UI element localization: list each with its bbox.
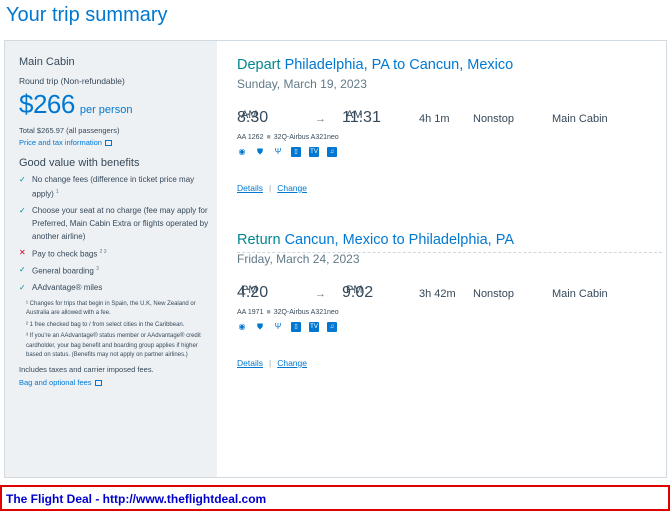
details-link[interactable]: Details [237, 358, 263, 368]
footnote-ref: 1 [56, 189, 59, 195]
shield-icon: ⛊ [257, 147, 263, 156]
check-icon: ✓ [19, 205, 26, 215]
footer-banner: The Flight Deal - http://www.theflightde… [0, 485, 670, 511]
price-sidebar: Main Cabin Round trip (Non-refundable) $… [5, 41, 217, 477]
phone-icon: ▯ [291, 322, 301, 332]
trip-summary-card: Main Cabin Round trip (Non-refundable) $… [4, 40, 667, 478]
benefit-text: Pay to check bags [32, 249, 98, 259]
usb-icon: Ψ [274, 322, 282, 331]
time-row: 8:30 AM → 11:31 AM 4h 1m Nonstop Main Cabi… [237, 109, 608, 126]
cabin-class: Main Cabin [552, 113, 608, 125]
app-icon: ♫ [327, 147, 337, 157]
benefit-text: No change fees (difference in ticket pri… [32, 175, 195, 199]
external-link-icon [104, 140, 112, 146]
check-icon: ✓ [19, 175, 26, 184]
benefit-text: Choose your seat at no charge (fee may a… [32, 205, 209, 241]
segment-date: Sunday, March 19, 2023 [237, 77, 367, 91]
flight-info: AA 1971 ■ 32Q-Airbus A321neo [237, 309, 339, 316]
benefit-text: General boarding [32, 266, 94, 276]
segment-route: Philadelphia, PA to Cancun, Mexico [284, 57, 514, 73]
stops: Nonstop [473, 113, 514, 125]
duration: 4h 1m [419, 113, 450, 125]
footnotes: ¹ Changes for trips that begin in Spain,… [19, 300, 209, 361]
segment-depart: Depart Philadelphia, PA to Cancun, Mexic… [237, 57, 662, 193]
segment-route: Cancun, Mexico to Philadelphia, PA [284, 232, 515, 248]
aircraft: 32Q-Airbus A321neo [273, 309, 339, 316]
itinerary: Depart Philadelphia, PA to Cancun, Mexic… [237, 41, 662, 477]
wifi-icon: ◉ [238, 322, 246, 331]
change-link[interactable]: Change [277, 183, 307, 193]
footer-banner-text: The Flight Deal - http://www.theflightde… [6, 492, 267, 506]
footnote: ² 1 free checked bag to / from select ci… [26, 321, 185, 328]
segment-heading: Return Cancun, Mexico to Philadelphia, P… [237, 232, 662, 248]
cabin-label: Main Cabin [19, 56, 75, 68]
usb-icon: Ψ [274, 147, 282, 156]
bag-fees-link[interactable]: Bag and optional fees [19, 378, 217, 387]
benefit-item: ✕ Pay to check bags 2 3 [19, 246, 217, 261]
stops: Nonstop [473, 288, 514, 300]
page-title: Your trip summary [6, 4, 168, 26]
benefit-item: ✓ No change fees (difference in ticket p… [19, 173, 217, 201]
price-amount: $266 [19, 89, 75, 119]
price-tax-link[interactable]: Price and tax information [19, 138, 217, 147]
benefits-title: Good value with benefits [19, 157, 140, 169]
footnote: ¹ Changes for trips that begin in Spain,… [26, 300, 196, 317]
benefit-item: ✓ Choose your seat at no charge (fee may… [19, 204, 217, 243]
change-link[interactable]: Change [277, 358, 307, 368]
per-person-label: per person [79, 104, 133, 116]
aircraft: 32Q-Airbus A321neo [273, 134, 339, 141]
check-icon: ✓ [19, 265, 26, 275]
segment-kind: Return [237, 232, 281, 248]
app-icon: ♫ [327, 322, 337, 332]
segment-kind: Depart [237, 57, 281, 73]
arrow-right-icon: → [315, 288, 326, 300]
segment-date: Friday, March 24, 2023 [237, 252, 360, 266]
cross-icon: ✕ [19, 247, 26, 257]
amenities: ◉ ⛊ Ψ ▯ TV ♫ [237, 322, 662, 332]
external-link-icon [94, 379, 102, 386]
price-row: $266 per person [19, 89, 217, 120]
shield-icon: ⛊ [257, 322, 263, 331]
segment-links: Details | Change [237, 183, 307, 193]
segment-links: Details | Change [237, 358, 307, 368]
footnote-ref: 2 3 [99, 248, 107, 255]
time-row: 4:20 PM → 9:02 PM 3h 42m Nonstop Main Cabi… [237, 284, 608, 301]
bag-fees-link-label: Bag and optional fees [19, 377, 92, 387]
benefits-list: ✓ No change fees (difference in ticket p… [19, 173, 217, 294]
details-link[interactable]: Details [237, 183, 263, 193]
segment-heading: Depart Philadelphia, PA to Cancun, Mexic… [237, 57, 662, 73]
tv-icon: TV [309, 322, 319, 332]
benefit-item: ✓ AAdvantage® miles [19, 281, 217, 294]
total-price: Total $265.97 (all passengers) [19, 126, 120, 135]
price-tax-link-label: Price and tax information [19, 138, 102, 147]
footnote: ³ If you're an AAdvantage® status member… [26, 333, 201, 359]
flight-number: AA 1971 [237, 309, 264, 316]
benefit-item: ✓ General boarding 3 [19, 263, 217, 278]
tv-icon: TV [309, 147, 319, 157]
footnote-ref: 3 [96, 266, 99, 273]
duration: 3h 42m [419, 288, 456, 300]
trip-type: Round trip (Non-refundable) [19, 76, 125, 86]
check-icon: ✓ [19, 282, 26, 292]
cabin-class: Main Cabin [552, 288, 608, 300]
benefit-text: AAdvantage® miles [32, 282, 103, 292]
phone-icon: ▯ [291, 147, 301, 157]
arrow-right-icon: → [315, 113, 326, 125]
wifi-icon: ◉ [238, 147, 246, 156]
flight-info: AA 1262 ■ 32Q-Airbus A321neo [237, 134, 339, 141]
amenities: ◉ ⛊ Ψ ▯ TV ♫ [237, 147, 662, 157]
segment-return: Return Cancun, Mexico to Philadelphia, P… [237, 232, 662, 368]
flight-number: AA 1262 [237, 134, 264, 141]
includes-note: Includes taxes and carrier imposed fees. [19, 364, 154, 374]
